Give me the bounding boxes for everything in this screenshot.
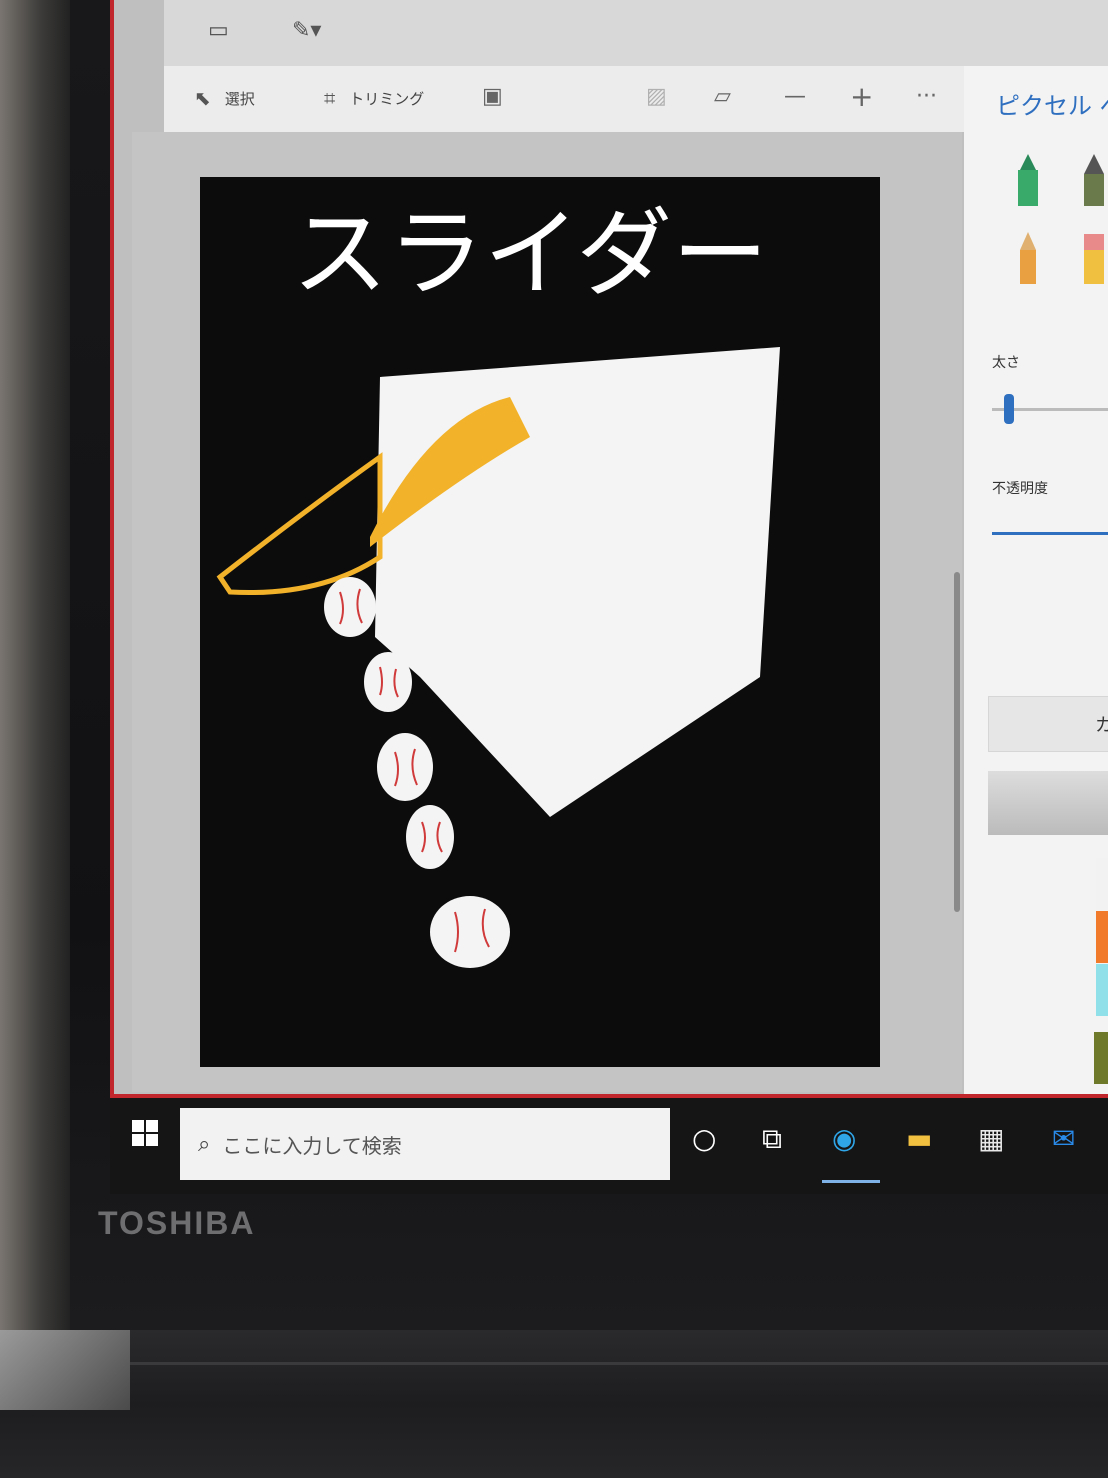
file-explorer-icon[interactable]: ▬	[906, 1122, 932, 1155]
edge-icon[interactable]: ◉	[832, 1122, 856, 1155]
zoom-in-icon[interactable]: +	[850, 80, 873, 113]
crop-button[interactable]: ⌗ トリミング	[324, 86, 424, 110]
pencil-icon[interactable]	[1008, 228, 1048, 288]
hinge-strip	[0, 1362, 1108, 1365]
opacity-label: 不透明度	[992, 481, 1048, 497]
paint-window: ▭ ✎▾ ⬉ 選択 ⌗ トリミング ▣ ▨ ▱ — + ··· スライダー ピク…	[110, 0, 1108, 1190]
store-icon[interactable]: ▦	[978, 1122, 1004, 1155]
magic-select-icon[interactable]: ▣	[482, 84, 503, 109]
thickness-label: 太さ	[992, 355, 1020, 371]
view-3d-icon[interactable]: ▱	[714, 84, 731, 109]
color-picker-label: カ	[1095, 711, 1108, 737]
eraser-icon[interactable]	[1074, 228, 1108, 288]
title-bar: ▭ ✎▾	[164, 0, 1108, 66]
select-label: 選択	[224, 89, 255, 108]
edge-active-indicator	[822, 1180, 880, 1183]
select-button[interactable]: ⬉ 選択	[194, 86, 255, 110]
opacity-slider[interactable]	[992, 532, 1108, 535]
custom-color-swatch[interactable]	[1094, 1032, 1108, 1084]
thickness-slider-thumb[interactable]	[1004, 394, 1014, 424]
vertical-scrollbar[interactable]	[954, 572, 960, 912]
sticker-icon[interactable]: ▨	[646, 84, 667, 109]
search-icon: ⌕	[198, 1131, 211, 1157]
search-placeholder: ここに入力して検索	[222, 1133, 402, 1158]
hinge-corner	[0, 1330, 130, 1410]
task-view-icon[interactable]: ⧉	[762, 1122, 782, 1156]
pen-icon[interactable]	[1074, 150, 1108, 210]
baseball-5	[430, 896, 510, 968]
baseball-1	[324, 577, 376, 637]
crop-label: トリミング	[349, 89, 425, 108]
more-icon[interactable]: ···	[916, 84, 937, 109]
cortana-icon[interactable]: ○	[692, 1122, 716, 1155]
canvas-area[interactable]: スライダー	[132, 132, 962, 1092]
laptop-brand: TOSHIBA	[98, 1205, 256, 1241]
command-bar: ⬉ 選択 ⌗ トリミング ▣ ▨ ▱ — + ···	[164, 66, 964, 132]
color-picker-button[interactable]: カ	[988, 696, 1108, 752]
laptop-hinge	[0, 1330, 1108, 1478]
marker-icon[interactable]	[1008, 150, 1048, 210]
panel-title: ピクセル ペ	[996, 92, 1108, 120]
baseball-2	[364, 652, 412, 712]
baseball-3	[377, 733, 433, 801]
swatch-white[interactable]	[1096, 858, 1108, 910]
color-preview	[988, 771, 1108, 835]
windows-start-icon[interactable]	[132, 1120, 158, 1146]
zoom-out-icon[interactable]: —	[784, 84, 806, 109]
brush-panel: ピクセル ペ 太さ 不透明度 カ +	[964, 66, 1108, 1110]
cursor-icon: ⬉	[194, 86, 211, 110]
drawing-canvas[interactable]: スライダー	[200, 177, 880, 1067]
background-desk	[0, 0, 70, 1330]
swatch-orange[interactable]	[1096, 911, 1108, 963]
window-icon[interactable]: ▭	[208, 18, 229, 43]
brush-menu-icon[interactable]: ✎▾	[292, 18, 321, 43]
taskbar-search[interactable]: ⌕ ここに入力して検索	[180, 1108, 670, 1180]
crop-icon: ⌗	[324, 86, 336, 110]
baseball-4	[406, 805, 454, 869]
canvas-title-text: スライダー	[292, 198, 768, 310]
swatch-light-blue[interactable]	[1096, 964, 1108, 1016]
mail-icon[interactable]: ✉	[1052, 1122, 1075, 1155]
taskbar: ⌕ ここに入力して検索 ○ ⧉ ◉ ▬ ▦ ✉	[110, 1094, 1108, 1194]
